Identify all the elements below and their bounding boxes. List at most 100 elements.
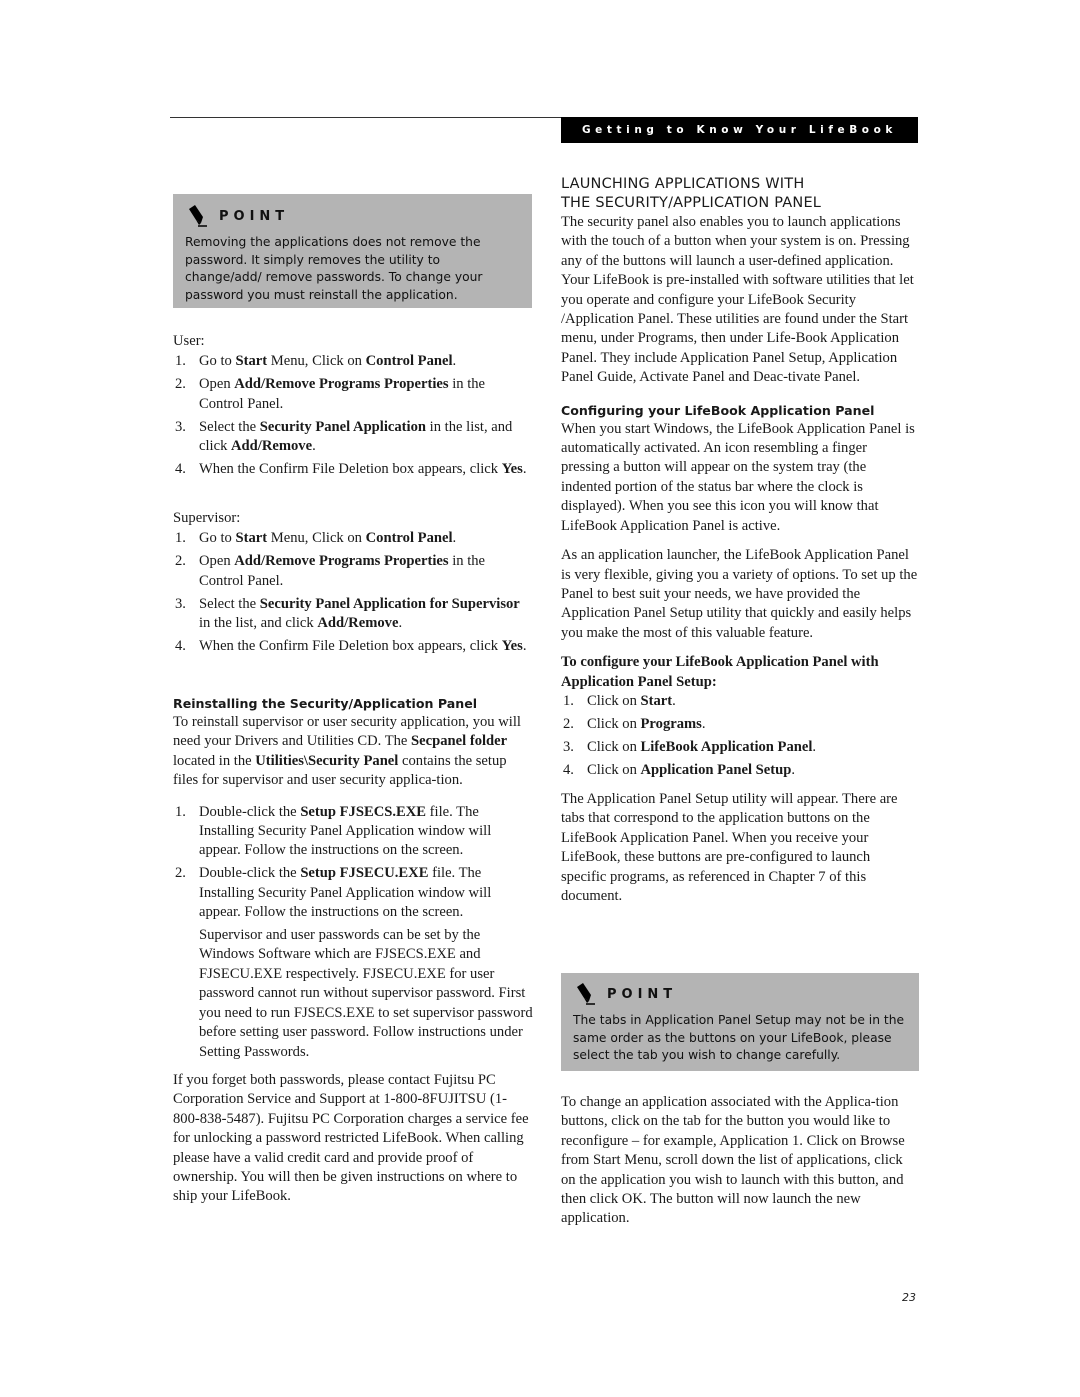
bold-term: Add/Remove Programs Properties [234, 553, 449, 570]
supervisor-heading: Supervisor: [173, 510, 241, 526]
bold-term: Start [235, 353, 268, 370]
bold-term: Utilities\Security Panel [255, 752, 399, 769]
point-box-right: POINT The tabs in Application Panel Setu… [561, 973, 919, 1071]
text-run: in the list, and click [199, 615, 318, 632]
point-label: POINT [219, 208, 290, 224]
text-run: Click on [587, 715, 641, 732]
text-run: . [522, 637, 527, 654]
text-run: Go to [199, 353, 236, 370]
bold-term: Control Panel [365, 530, 453, 547]
configuring-para3: The Application Panel Setup utility will… [561, 791, 898, 905]
list-step: 1. Go to Start Menu, Click on Control Pan… [173, 529, 533, 548]
step-number: 1. [175, 803, 186, 820]
reinstall-steps: 1. Double-click the Setup FJSECS.EXE file… [173, 803, 533, 923]
step-number: 2. [175, 553, 186, 570]
list-step: 4. When the Confirm File Deletion box app… [173, 460, 533, 479]
bold-term: Setup FJSECU.EXE [300, 865, 429, 882]
text-run: When the Confirm File Deletion box appea… [199, 460, 502, 477]
text-run: . [522, 460, 527, 477]
list-step: 4. Click on Application Panel Setup. [561, 761, 919, 780]
text-run: . [672, 692, 676, 709]
bold-term: Setup FJSECS.EXE [300, 803, 427, 820]
step-number: 3. [563, 738, 574, 755]
point-label: POINT [607, 986, 678, 1002]
list-step: 3. Click on LifeBook Application Panel. [561, 738, 919, 757]
user-heading: User: [173, 333, 205, 349]
text-run: . [701, 715, 706, 732]
step-number: 1. [563, 692, 574, 709]
step-number: 4. [563, 761, 574, 778]
step-number: 2. [175, 376, 186, 393]
bold-term: LifeBook Application Panel [640, 738, 813, 755]
step-number: 1. [175, 353, 186, 370]
step-number: 1. [175, 530, 186, 547]
step-number: 3. [175, 418, 186, 435]
main-heading-line2: THE SECURITY/APPLICATION PANEL [561, 195, 822, 211]
text-run: Double-click the [199, 865, 301, 882]
bold-term: Start [235, 530, 268, 547]
point-text: The tabs in Application Panel Setup may … [573, 1013, 905, 1062]
bold-term: Add/Remove [231, 438, 313, 455]
bold-term: Yes [501, 637, 523, 654]
bold-term: Security Panel Application for Superviso… [259, 595, 520, 612]
list-step: 1. Double-click the Setup FJSECS.EXE file… [173, 803, 533, 861]
text-run: located in the [173, 752, 256, 769]
configuring-heading: Configuring your LifeBook Application Pa… [561, 402, 875, 418]
text-run: . [398, 615, 403, 632]
point-header: POINT [573, 982, 907, 1006]
text-run: Select the [199, 595, 260, 612]
bold-term: Start [640, 692, 673, 709]
text-run: Open [199, 376, 235, 393]
configure-steps: 1. Click on Start. 2. Click on Programs. 3. C… [561, 692, 919, 780]
closing-section: To change an application associated with… [561, 1093, 919, 1229]
text-run: Go to [199, 530, 236, 547]
section-header: Getting to Know Your LifeBook [561, 117, 918, 143]
text-run: Menu, Click on [267, 353, 366, 370]
bold-term: Yes [501, 460, 523, 477]
point-text: Removing the applications does not remov… [185, 235, 483, 302]
step-number: 2. [563, 715, 574, 732]
text-run: Open [199, 553, 235, 570]
text-run: When the Confirm File Deletion box appea… [199, 637, 502, 654]
step-number: 2. [175, 865, 186, 882]
configuring-para2: As an application launcher, the LifeBook… [561, 547, 918, 641]
configuring-para1: When you start Windows, the LifeBook App… [561, 420, 915, 534]
configure-steps-heading: To configure your LifeBook Application P… [561, 654, 879, 690]
bold-term: Programs [640, 715, 702, 732]
step-number: 3. [175, 595, 186, 612]
bold-term: Secpanel folder [411, 733, 508, 750]
pencil-icon [189, 205, 207, 227]
reinstall-section: Reinstalling the Security/Application Pa… [173, 694, 533, 1207]
list-step: 3. Select the Security Panel Application … [173, 418, 533, 457]
list-step: 4. When the Confirm File Deletion box app… [173, 637, 533, 656]
list-step: 2. Open Add/Remove Programs Properties in… [173, 375, 533, 414]
reinstall-heading: Reinstalling the Security/Application Pa… [173, 696, 478, 711]
text-run: Click on [587, 692, 641, 709]
bold-term: Security Panel Application [259, 418, 427, 435]
point-header: POINT [185, 204, 520, 228]
text-run: . [452, 353, 457, 370]
text-run: . [791, 761, 795, 778]
point-box-left: POINT Removing the applications does not… [173, 194, 532, 308]
user-steps: 1. Go to Start Menu, Click on Control Pan… [173, 352, 533, 479]
text-run: Select the [199, 418, 260, 435]
page-number: 23 [902, 1291, 916, 1304]
list-step: 3. Select the Security Panel Application … [173, 595, 533, 634]
contact-paragraph: If you forget both passwords, please con… [173, 1071, 529, 1205]
reinstall-note: Supervisor and user passwords can be set… [199, 927, 533, 1060]
text-run: . [452, 530, 457, 547]
list-step: 2. Click on Programs. [561, 715, 919, 734]
main-heading-line1: LAUNCHING APPLICATIONS WITH [561, 176, 805, 192]
bold-term: Add/Remove [317, 615, 399, 632]
supervisor-steps: 1. Go to Start Menu, Click on Control Pan… [173, 529, 533, 656]
text-run: . [812, 738, 817, 755]
list-step: 2. Open Add/Remove Programs Properties in… [173, 552, 533, 591]
text-run: . [312, 438, 316, 455]
list-step: 2. Double-click the Setup FJSECU.EXE file… [173, 864, 533, 922]
step-number: 4. [175, 637, 186, 654]
reinstall-intro: To reinstall supervisor or user security… [173, 713, 533, 791]
bold-term: Add/Remove Programs Properties [234, 376, 449, 393]
closing-paragraph: To change an application associated with… [561, 1094, 905, 1227]
bold-term: Application Panel Setup [640, 761, 792, 778]
supervisor-section: Supervisor: 1. Go to Start Menu, Click on… [173, 509, 533, 660]
